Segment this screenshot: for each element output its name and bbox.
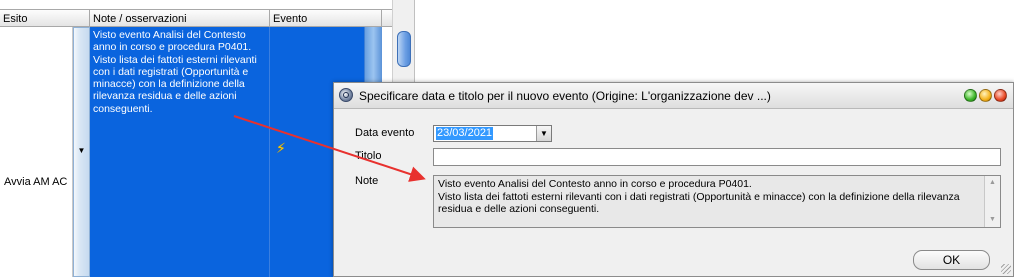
maximize-button[interactable] bbox=[964, 89, 977, 102]
data-evento-value: 23/03/2021 bbox=[436, 127, 494, 140]
titolo-field[interactable] bbox=[433, 148, 1001, 166]
dialog-titlebar[interactable]: Specificare data e titolo per il nuovo e… bbox=[334, 83, 1013, 109]
column-header-note[interactable]: Note / osservazioni bbox=[90, 9, 270, 27]
cell-esito[interactable]: Avvia AM AC bbox=[0, 27, 73, 277]
cell-note-selected[interactable]: Visto evento Analisi del Contesto anno i… bbox=[90, 27, 270, 277]
esito-value: Avvia AM AC bbox=[4, 176, 68, 188]
note-scrollbar[interactable]: ▲ ▼ bbox=[984, 176, 1000, 227]
minimize-button[interactable] bbox=[979, 89, 992, 102]
scroll-down-icon[interactable]: ▼ bbox=[985, 213, 1000, 227]
note-cell-text: Visto evento Analisi del Contesto anno i… bbox=[93, 29, 257, 115]
data-evento-label: Data evento bbox=[355, 127, 415, 139]
column-header-evento[interactable]: Evento bbox=[270, 9, 382, 27]
note-label: Note bbox=[355, 175, 379, 187]
data-evento-field[interactable]: 23/03/2021 ▼ bbox=[433, 125, 552, 142]
chevron-down-icon: ▼ bbox=[77, 146, 86, 155]
close-button[interactable] bbox=[994, 89, 1007, 102]
note-textarea[interactable]: Visto evento Analisi del Contesto anno i… bbox=[433, 175, 1001, 228]
app-icon bbox=[339, 88, 353, 102]
lightning-icon[interactable]: ⚡ bbox=[276, 140, 286, 157]
note-textarea-text: Visto evento Analisi del Contesto anno i… bbox=[438, 178, 960, 215]
column-header-filler bbox=[382, 9, 392, 27]
dialog-title: Specificare data e titolo per il nuovo e… bbox=[359, 89, 771, 103]
date-dropdown-button[interactable]: ▼ bbox=[536, 126, 551, 141]
column-header-esito[interactable]: Esito bbox=[0, 9, 90, 27]
scrollbar-thumb[interactable] bbox=[397, 31, 411, 67]
titolo-label: Titolo bbox=[355, 150, 382, 162]
resize-grip-icon[interactable] bbox=[1001, 264, 1011, 274]
new-event-dialog: Specificare data e titolo per il nuovo e… bbox=[333, 82, 1014, 277]
ok-button[interactable]: OK bbox=[913, 250, 990, 270]
scroll-up-icon[interactable]: ▲ bbox=[985, 176, 1000, 190]
esito-dropdown-button[interactable]: ▼ bbox=[73, 27, 90, 277]
